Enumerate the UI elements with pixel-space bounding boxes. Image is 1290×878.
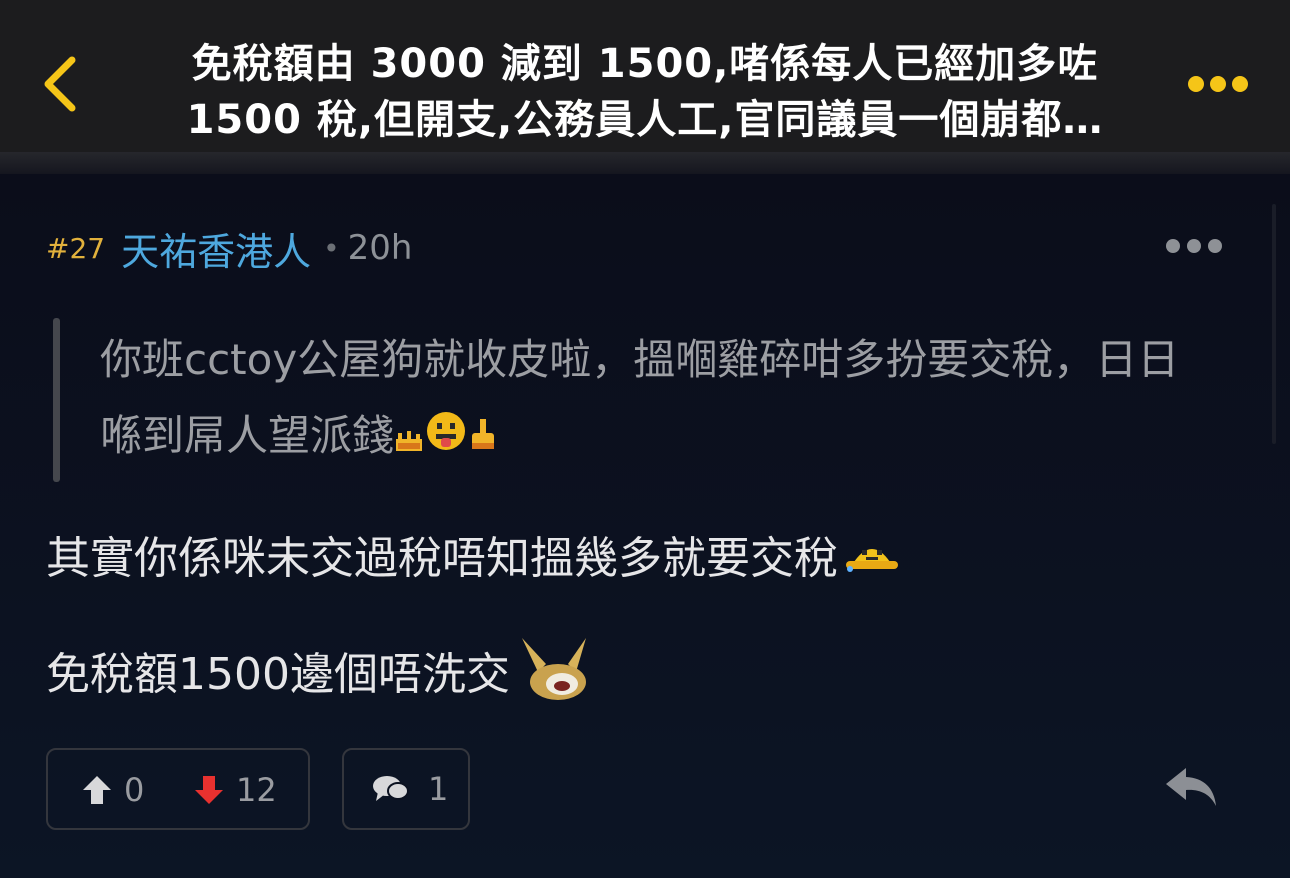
middle-finger-emoji-icon: [468, 401, 498, 477]
body-line-2-text: 免稅額1500邊個唔洗交: [46, 649, 510, 700]
chevron-left-icon: [44, 56, 76, 112]
back-button[interactable]: [34, 52, 90, 116]
arrow-down-icon: [195, 776, 223, 804]
thread-more-button[interactable]: [1180, 68, 1256, 100]
downvote-count: 12: [236, 771, 277, 809]
top-bar: 免稅額由 3000 減到 1500,啫係每人已經加多咗 1500 稅,但開支,公…: [0, 0, 1290, 152]
comment-count: 1: [428, 770, 449, 808]
meta-separator: •: [323, 231, 340, 265]
quoted-text: 你班cctoy公屋狗就收皮啦，搵嗰雞碎咁多扮要交稅，日日喺到屌人望派錢: [100, 322, 1220, 477]
body-line-1-text: 其實你係咪未交過稅唔知搵幾多就要交稅: [46, 533, 838, 584]
body-line-2: 免稅額1500邊個唔洗交: [46, 634, 592, 720]
quote-bar: [53, 318, 60, 482]
reply-button[interactable]: [1162, 762, 1220, 812]
upvote-button[interactable]: 0: [82, 770, 144, 810]
upvote-count: 0: [124, 771, 145, 809]
thread-title-line-2: 1500 稅,但開支,公務員人工,官同議員一個崩都…: [186, 97, 1104, 143]
post-time: 20h: [347, 228, 413, 268]
quote-content: 你班cctoy公屋狗就收皮啦，搵嗰雞碎咁多扮要交稅，日日喺到屌人望派錢: [100, 335, 1180, 460]
arrow-up-icon: [83, 776, 111, 804]
comment-button[interactable]: 1: [342, 748, 470, 830]
body-line-1: 其實你係咪未交過稅唔知搵幾多就要交稅: [46, 529, 902, 591]
reply-arrow-icon: [1166, 768, 1216, 806]
scrollbar[interactable]: [1272, 204, 1276, 444]
rabbit-laugh-emoji-icon: [516, 634, 592, 720]
downvote-button[interactable]: 12: [194, 770, 277, 810]
tongue-face-emoji-icon: [424, 401, 468, 477]
username[interactable]: 天祐香港人: [121, 221, 311, 276]
thread-title: 免稅額由 3000 減到 1500,啫係每人已經加多咗 1500 稅,但開支,公…: [150, 36, 1140, 148]
header-divider: [0, 152, 1290, 174]
fire-emoji-icon: [394, 401, 424, 477]
floor-number: #27: [46, 231, 106, 265]
post-more-button[interactable]: [1166, 236, 1224, 256]
speech-bubbles-icon: [372, 773, 410, 805]
post-meta: #27 天祐香港人 • 20h: [46, 218, 412, 278]
reply-post: #27 天祐香港人 • 20h 你班cctoy公屋狗就收皮啦，搵嗰雞碎咁多扮要交…: [0, 174, 1290, 878]
thread-title-line-1: 免稅額由 3000 減到 1500,啫係每人已經加多咗: [191, 41, 1099, 87]
sweat-face-emoji-icon: [842, 531, 902, 591]
vote-box: 0 12: [46, 748, 310, 830]
